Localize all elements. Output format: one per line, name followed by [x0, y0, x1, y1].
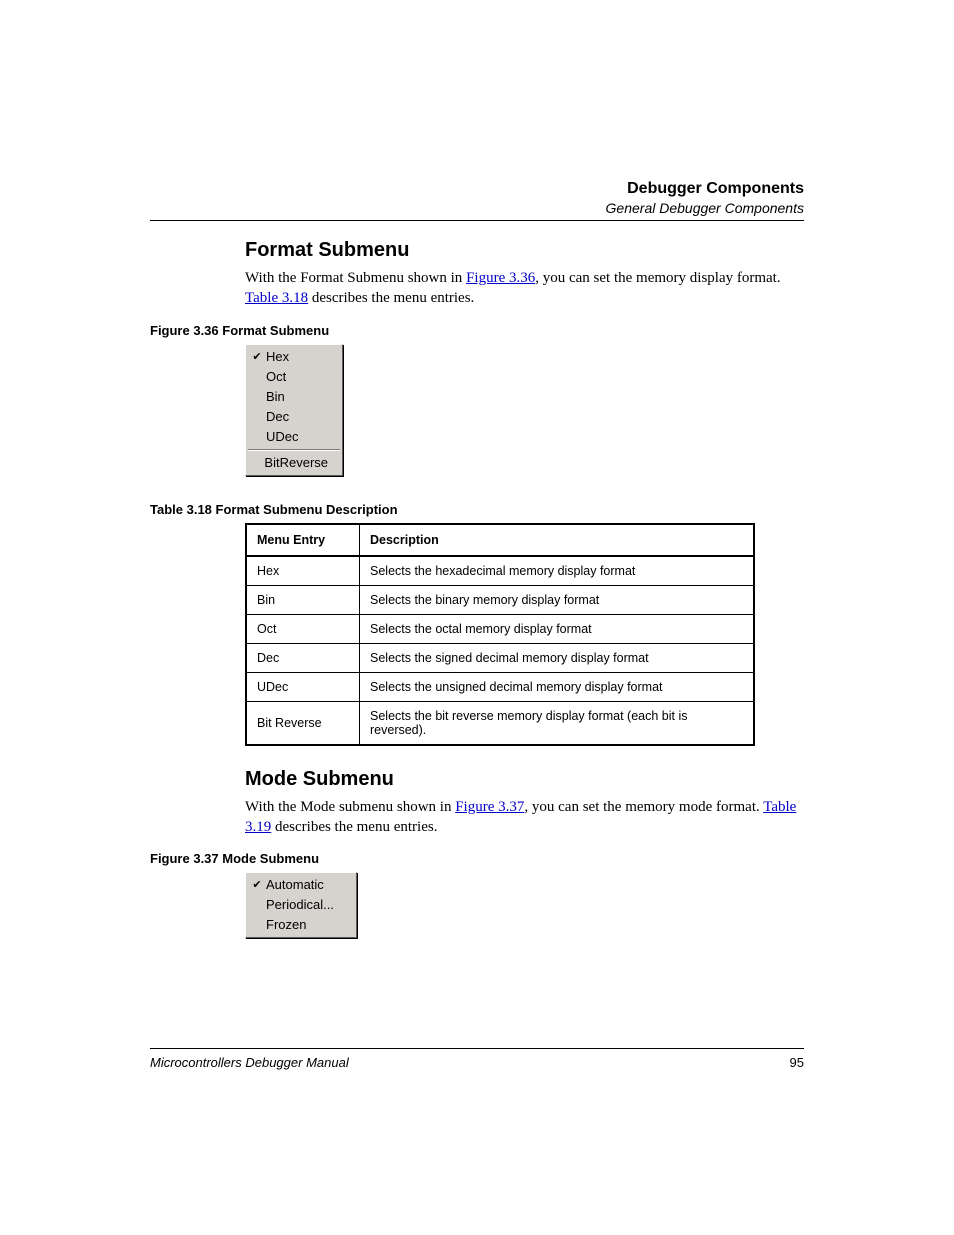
cell-desc: Selects the hexadecimal memory display f…	[360, 556, 755, 586]
mode-submenu-screenshot: ✔ Automatic Periodical... Frozen	[245, 872, 357, 938]
menu-item-label: Dec	[266, 408, 289, 426]
cell-entry: UDec	[246, 672, 360, 701]
menu-item-label: Hex	[266, 348, 289, 366]
text: , you can set the memory mode format.	[524, 799, 763, 815]
table-row: UDec Selects the unsigned decimal memory…	[246, 672, 754, 701]
footer-manual-title: Microcontrollers Debugger Manual	[150, 1055, 349, 1070]
menu-item-label: Oct	[266, 368, 286, 386]
figure-3-37-caption: Figure 3.37 Mode Submenu	[150, 851, 804, 866]
link-figure-3-36[interactable]: Figure 3.36	[466, 270, 535, 286]
page-footer: Microcontrollers Debugger Manual 95	[150, 1048, 804, 1070]
text: describes the menu entries.	[308, 290, 474, 306]
table-row: Bit Reverse Selects the bit reverse memo…	[246, 701, 754, 745]
table-3-18-caption: Table 3.18 Format Submenu Description	[150, 502, 804, 517]
text: With the Mode submenu shown in	[245, 799, 455, 815]
text: With the Format Submenu shown in	[245, 270, 466, 286]
menu-item-hex[interactable]: ✔ Hex	[246, 347, 342, 367]
header-subtitle: General Debugger Components	[150, 200, 804, 216]
link-figure-3-37[interactable]: Figure 3.37	[455, 799, 524, 815]
cell-entry: Bin	[246, 585, 360, 614]
table-header-row: Menu Entry Description	[246, 524, 754, 556]
format-submenu-screenshot: ✔ Hex Oct Bin Dec UDec BitReve	[245, 344, 343, 476]
cell-entry: Bit Reverse	[246, 701, 360, 745]
section-heading-format: Format Submenu	[245, 239, 804, 262]
menu-item-automatic[interactable]: ✔ Automatic	[246, 875, 356, 895]
table-row: Oct Selects the octal memory display for…	[246, 614, 754, 643]
header-rule	[150, 220, 804, 221]
menu-item-dec[interactable]: Dec	[246, 407, 342, 427]
menu-separator	[248, 449, 340, 451]
link-table-3-18[interactable]: Table 3.18	[245, 290, 308, 306]
page-content: Debugger Components General Debugger Com…	[150, 180, 804, 1095]
menu-item-label: Bin	[266, 388, 285, 406]
menu-item-udec[interactable]: UDec	[246, 427, 342, 447]
col-header-entry: Menu Entry	[246, 524, 360, 556]
cell-desc: Selects the octal memory display format	[360, 614, 755, 643]
menu-item-label: Automatic	[266, 876, 324, 894]
col-header-desc: Description	[360, 524, 755, 556]
table-row: Bin Selects the binary memory display fo…	[246, 585, 754, 614]
cell-entry: Oct	[246, 614, 360, 643]
cell-desc: Selects the bit reverse memory display f…	[360, 701, 755, 745]
menu-item-label: Frozen	[266, 916, 306, 934]
menu-item-bitreverse[interactable]: BitReverse	[246, 453, 342, 473]
menu-item-label: UDec	[266, 428, 299, 446]
menu-item-periodical[interactable]: Periodical...	[246, 895, 356, 915]
cell-desc: Selects the unsigned decimal memory disp…	[360, 672, 755, 701]
menu-item-frozen[interactable]: Frozen	[246, 915, 356, 935]
menu-item-label: Periodical...	[266, 896, 334, 914]
section2-paragraph: With the Mode submenu shown in Figure 3.…	[245, 797, 804, 838]
format-submenu-table: Menu Entry Description Hex Selects the h…	[245, 523, 755, 746]
text: , you can set the memory display format.	[535, 270, 780, 286]
menu-item-label: BitReverse	[264, 454, 328, 472]
check-icon: ✔	[250, 876, 264, 894]
check-icon: ✔	[250, 348, 264, 366]
table-row: Hex Selects the hexadecimal memory displ…	[246, 556, 754, 586]
menu-item-oct[interactable]: Oct	[246, 367, 342, 387]
header-title: Debugger Components	[150, 180, 804, 198]
cell-entry: Dec	[246, 643, 360, 672]
table-row: Dec Selects the signed decimal memory di…	[246, 643, 754, 672]
cell-entry: Hex	[246, 556, 360, 586]
text: describes the menu entries.	[271, 819, 437, 835]
cell-desc: Selects the binary memory display format	[360, 585, 755, 614]
section-heading-mode: Mode Submenu	[245, 768, 804, 791]
footer-rule	[150, 1048, 804, 1049]
running-header: Debugger Components General Debugger Com…	[150, 180, 804, 216]
menu-item-bin[interactable]: Bin	[246, 387, 342, 407]
cell-desc: Selects the signed decimal memory displa…	[360, 643, 755, 672]
figure-3-36-caption: Figure 3.36 Format Submenu	[150, 323, 804, 338]
section1-paragraph: With the Format Submenu shown in Figure …	[245, 268, 804, 309]
footer-page-number: 95	[790, 1055, 804, 1070]
